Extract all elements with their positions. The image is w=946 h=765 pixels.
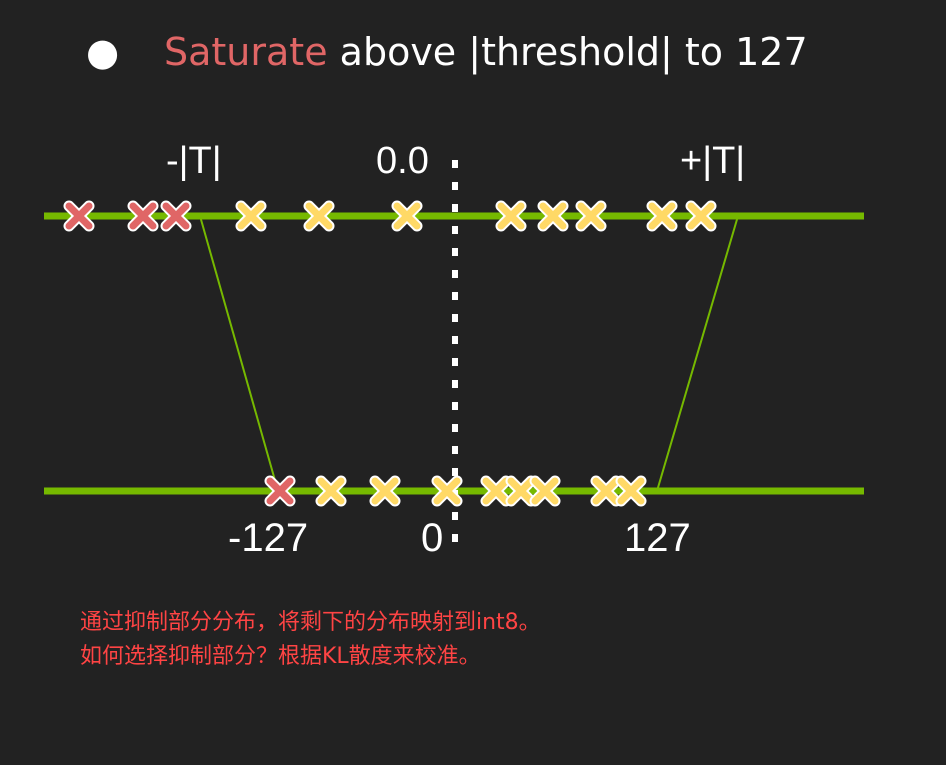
int8-value-marker [529, 475, 561, 507]
int8-value-marker [505, 475, 537, 507]
note-line: 如何选择抑制部分？根据KL散度来校准。 [80, 644, 481, 669]
pos-threshold-label: +|T| [680, 140, 746, 182]
int8-value-marker [369, 475, 401, 507]
int8-value-marker [315, 475, 347, 507]
int8-min-label: -127 [228, 516, 309, 560]
fp32-value-marker [495, 200, 527, 232]
fp32-value-marker [646, 200, 678, 232]
saturated-value-marker [264, 475, 296, 507]
fp32-value-marker [575, 200, 607, 232]
note-line: 通过抑制部分分布，将剩下的分布映射到int8。 [80, 610, 541, 635]
int8-value-marker [480, 475, 512, 507]
fp32-value-marker [303, 200, 335, 232]
saturated-value-marker [160, 200, 192, 232]
markers [63, 200, 717, 507]
saturated-value-marker [127, 200, 159, 232]
fp32-value-marker [537, 200, 569, 232]
mapping-line-right [656, 215, 739, 492]
neg-threshold-label: -|T| [166, 140, 222, 182]
int8-value-marker [590, 475, 622, 507]
note-block: 通过抑制部分分布，将剩下的分布映射到int8。 如何选择抑制部分？根据KL散度来… [80, 606, 541, 674]
fp32-value-marker [235, 200, 267, 232]
int8-value-marker [615, 475, 647, 507]
int8-zero-label: 0 [421, 516, 444, 560]
saturated-value-marker [63, 200, 95, 232]
int8-value-marker [431, 475, 463, 507]
mapping-line-left [199, 215, 279, 492]
fp-zero-label: 0.0 [376, 140, 429, 182]
fp32-value-marker [685, 200, 717, 232]
fp32-value-marker [391, 200, 423, 232]
int8-max-label: 127 [624, 516, 691, 560]
